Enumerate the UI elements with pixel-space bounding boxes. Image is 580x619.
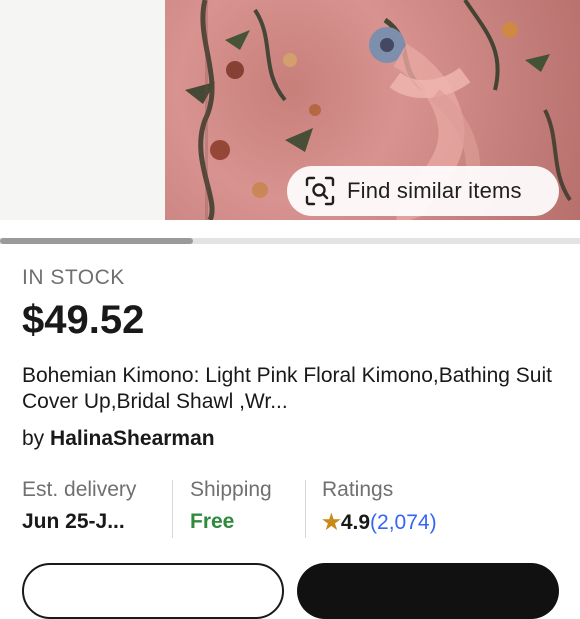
sleeve-edge xyxy=(205,0,208,220)
item-title[interactable]: Bohemian Kimono: Light Pink Floral Kimon… xyxy=(22,363,562,415)
secondary-action-button[interactable] xyxy=(22,563,284,619)
shipping-value: Free xyxy=(190,510,235,533)
seller-prefix: by xyxy=(22,427,45,450)
shipping-label: Shipping xyxy=(190,478,272,501)
ratings-stat[interactable]: Ratings ★4.9(2,074) xyxy=(322,478,437,540)
stat-divider xyxy=(305,480,306,538)
shipping-stat: Shipping Free xyxy=(190,478,272,540)
ratings-count-link[interactable]: (2,074) xyxy=(370,511,437,534)
star-icon: ★ xyxy=(322,511,341,534)
stock-status: IN STOCK xyxy=(22,266,125,289)
ratings-label: Ratings xyxy=(322,478,394,501)
find-similar-label: Find similar items xyxy=(347,178,522,203)
image-carousel-scrollbar[interactable] xyxy=(0,238,580,244)
seller-name-link[interactable]: HalinaShearman xyxy=(50,427,215,450)
product-image[interactable]: Find similar items xyxy=(0,0,580,220)
delivery-stat: Est. delivery Jun 25-J... xyxy=(22,478,136,540)
stat-divider xyxy=(172,480,173,538)
item-price: $49.52 xyxy=(22,298,145,342)
primary-action-button[interactable] xyxy=(297,563,559,619)
seller-line: by HalinaShearman xyxy=(22,427,215,451)
find-similar-button[interactable]: Find similar items xyxy=(287,166,559,216)
scrollbar-thumb[interactable] xyxy=(0,238,193,244)
delivery-value: Jun 25-J... xyxy=(22,510,125,533)
image-search-icon xyxy=(303,174,337,208)
listing-stats: Est. delivery Jun 25-J... Shipping Free … xyxy=(0,478,580,540)
ratings-value-line[interactable]: ★4.9(2,074) xyxy=(322,510,437,535)
delivery-label: Est. delivery xyxy=(22,478,137,501)
ratings-score: 4.9 xyxy=(340,511,371,534)
